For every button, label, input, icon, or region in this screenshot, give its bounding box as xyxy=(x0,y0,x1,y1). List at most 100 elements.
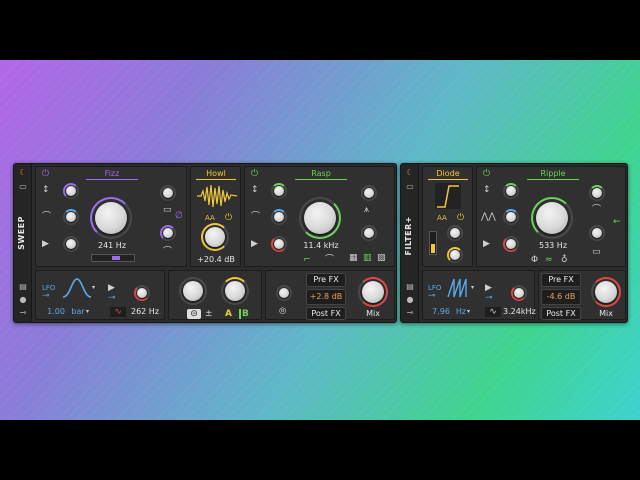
ab-knob-left[interactable] xyxy=(179,277,207,305)
envelope-icon[interactable]: ▶ xyxy=(108,283,115,293)
filter-lfo-rate-value[interactable]: 7.96 xyxy=(431,307,451,316)
pre-fx-button[interactable]: Pre FX xyxy=(306,273,346,287)
ab-a-label[interactable]: A xyxy=(225,309,232,319)
rasp-updown-icon[interactable]: ↕ xyxy=(251,185,259,195)
save-icon[interactable]: ▤ xyxy=(18,282,28,292)
diode-knob-1[interactable] xyxy=(447,225,463,241)
ripple-ramp-icon[interactable]: ▶ xyxy=(483,239,490,249)
filter-lfo-unit-dropdown-icon[interactable]: ▾ xyxy=(467,307,470,317)
rasp-grid-icon-3[interactable]: ▧ xyxy=(377,253,386,263)
filter-lfo-link-icon[interactable]: ⊸ xyxy=(428,291,436,301)
howl-aa-label[interactable]: AA xyxy=(205,213,215,223)
diode-knob-2[interactable] xyxy=(447,247,463,263)
filter-folder-icon[interactable]: ▭ xyxy=(405,182,415,192)
ripple-power-icon[interactable]: ⏻ xyxy=(483,169,490,179)
howl-power-icon[interactable]: ⏻ xyxy=(225,213,232,223)
ab-b-label[interactable]: B xyxy=(239,309,249,319)
filter-lfo-shape-icon[interactable] xyxy=(447,277,471,299)
bandpass-icon[interactable]: ⌒ xyxy=(42,212,51,222)
diode-aa-label[interactable]: AA xyxy=(437,213,447,223)
rasp-knob-2[interactable] xyxy=(271,209,287,225)
stereo-icon[interactable]: ⦾ xyxy=(279,307,286,317)
filter-envelope-icon[interactable]: ▶ xyxy=(485,283,492,293)
rasp-power-icon[interactable]: ⏻ xyxy=(251,169,258,179)
rasp-freq-knob[interactable] xyxy=(299,197,341,239)
rasp-mode-icon-1[interactable]: ⌐ xyxy=(303,255,311,265)
envelope-shape-icon[interactable]: ∿ xyxy=(110,307,126,317)
envelope-link-icon[interactable]: ⊸ xyxy=(108,293,116,303)
filter-lfo-rate-unit[interactable]: Hz xyxy=(455,307,467,316)
post-fx-button[interactable]: Post FX xyxy=(306,307,346,320)
ripple-wave-icon[interactable]: ≈ xyxy=(545,255,553,265)
ripple-knob-3[interactable] xyxy=(503,236,519,252)
filter-envelope-knob[interactable] xyxy=(511,285,527,301)
fizz-knob-3[interactable] xyxy=(63,236,79,252)
ripple-knob-5[interactable] xyxy=(589,225,605,241)
lfo-shape-dropdown-icon[interactable]: ▾ xyxy=(92,283,95,293)
ripple-knob-2[interactable] xyxy=(503,209,519,225)
rasp-knob-5[interactable] xyxy=(361,225,377,241)
diode-slider[interactable] xyxy=(429,231,437,255)
ab-link-icon[interactable]: ⊝ xyxy=(187,309,201,319)
stereo-knob[interactable] xyxy=(276,285,292,301)
lfo-shape-icon[interactable] xyxy=(62,277,92,299)
ripple-curve-icon[interactable]: ⌒ xyxy=(592,205,601,215)
rasp-knob-4[interactable] xyxy=(361,185,377,201)
filter-pre-fx-button[interactable]: Pre FX xyxy=(541,273,581,287)
phase-icon[interactable]: ∅ xyxy=(175,211,183,221)
ramp-icon[interactable]: ▶ xyxy=(42,239,49,249)
mix-knob[interactable] xyxy=(358,277,388,307)
fx-amount-value[interactable]: +2.8 dB xyxy=(306,289,346,305)
filter-lfo-dropdown-icon[interactable]: ▾ xyxy=(471,283,474,293)
curve-icon[interactable]: ⌒ xyxy=(163,247,172,257)
folder-icon[interactable]: ▭ xyxy=(18,182,28,192)
moon-icon[interactable]: ☾ xyxy=(18,168,28,178)
filter-envelope-link-icon[interactable]: ⊸ xyxy=(485,293,493,303)
ripple-freq-knob[interactable] xyxy=(531,197,573,239)
filter-envelope-shape-icon[interactable]: ∿ xyxy=(485,307,501,317)
resonance-icon[interactable]: ⩚ xyxy=(364,205,369,215)
rasp-grid-icon-2[interactable]: ▥ xyxy=(363,253,372,263)
fizz-knob-1[interactable] xyxy=(63,183,79,199)
ripple-monitor-icon[interactable]: ▭ xyxy=(592,247,601,257)
filter-moon-icon[interactable]: ☾ xyxy=(405,168,415,178)
filter-save-icon[interactable]: ▤ xyxy=(405,282,415,292)
rasp-grid-icon-1[interactable]: ▦ xyxy=(349,253,358,263)
ripple-knob-4[interactable] xyxy=(589,185,605,201)
lfo-link-icon[interactable]: ⊸ xyxy=(42,291,50,301)
ripple-updown-icon[interactable]: ↕ xyxy=(483,185,491,195)
rasp-mode-icon-2[interactable]: ⌒ xyxy=(325,255,334,265)
lfo-rate-unit[interactable]: bar xyxy=(70,307,86,316)
ab-plusminus-icon[interactable]: ± xyxy=(205,309,213,319)
filter-info-icon[interactable]: ● xyxy=(405,295,415,305)
howl-gain-knob[interactable] xyxy=(201,223,229,251)
lfo-unit-dropdown-icon[interactable]: ▾ xyxy=(86,307,89,317)
fizz-knob-5[interactable] xyxy=(160,225,176,241)
ripple-phase-icon[interactable]: Φ xyxy=(531,255,538,265)
fizz-spread-bar[interactable] xyxy=(91,254,135,262)
ripple-knob-1[interactable] xyxy=(503,183,519,199)
ripple-comb-icon[interactable]: ⋀⋀ xyxy=(481,212,496,222)
filter-mix-knob[interactable] xyxy=(591,277,621,307)
fizz-freq-knob[interactable] xyxy=(90,197,132,239)
filter-fx-amount-value[interactable]: -4.6 dB xyxy=(541,289,581,305)
filter-post-fx-button[interactable]: Post FX xyxy=(541,307,581,320)
fizz-knob-4[interactable] xyxy=(160,185,176,201)
info-icon[interactable]: ● xyxy=(18,295,28,305)
rasp-ramp-icon[interactable]: ▶ xyxy=(251,239,258,249)
rasp-knob-3[interactable] xyxy=(271,236,287,252)
lfo-rate-value[interactable]: 1.00 xyxy=(46,307,66,316)
fizz-power-icon[interactable]: ⏻ xyxy=(42,169,49,179)
routing-icon[interactable]: ⊸ xyxy=(18,308,28,318)
rasp-knob-1[interactable] xyxy=(271,183,287,199)
monitor-icon[interactable]: ▭ xyxy=(163,205,172,215)
fizz-knob-2[interactable] xyxy=(63,209,79,225)
diode-power-icon[interactable]: ⏻ xyxy=(457,213,464,223)
ab-knob-right[interactable] xyxy=(221,277,249,305)
envelope-knob[interactable] xyxy=(134,285,150,301)
updown-arrows-icon[interactable]: ↕ xyxy=(42,185,50,195)
filter-routing-icon[interactable]: ⊸ xyxy=(405,308,415,318)
ripple-arrow-icon[interactable]: ← xyxy=(613,217,621,227)
rasp-bandpass-icon[interactable]: ⌒ xyxy=(251,212,260,222)
ripple-drop-icon[interactable]: ♁ xyxy=(561,255,568,265)
